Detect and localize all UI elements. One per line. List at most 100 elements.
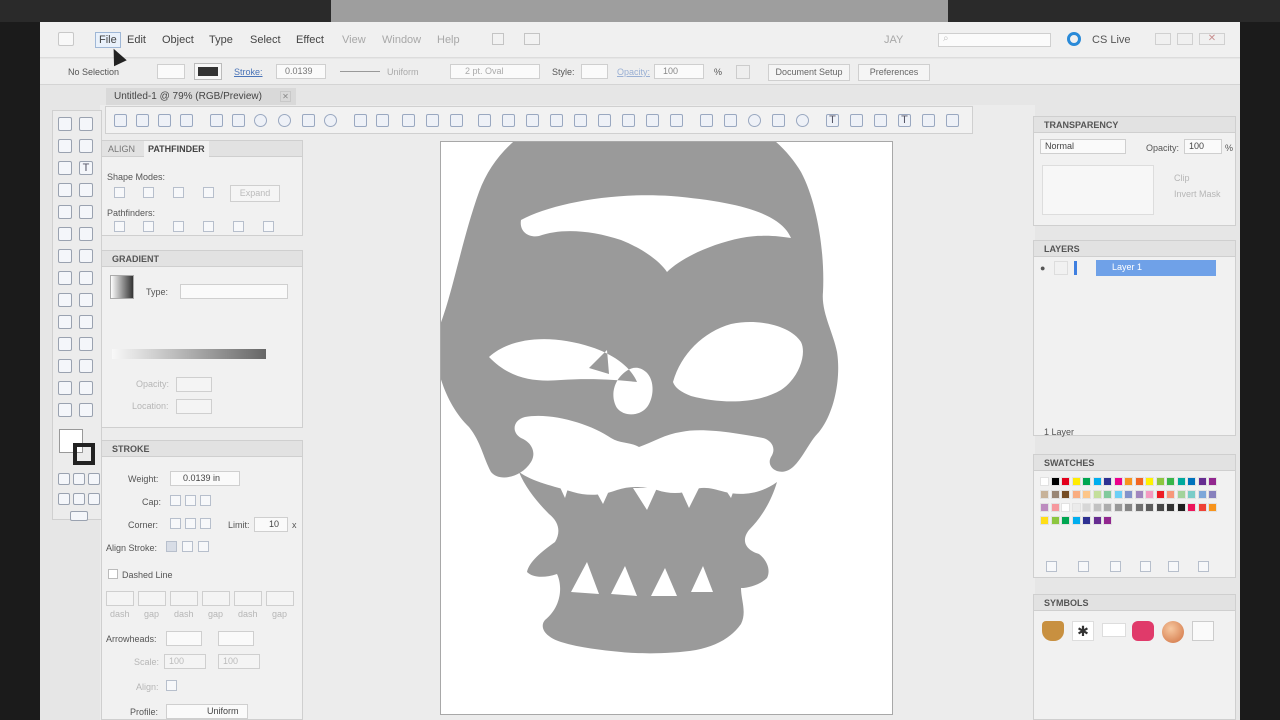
paintbrush-tool-icon[interactable]	[58, 205, 72, 219]
swatch-47[interactable]	[1176, 503, 1186, 512]
pen-tool-icon[interactable]	[136, 114, 149, 127]
swatch-3[interactable]	[1071, 477, 1081, 486]
gradient-tool-icon[interactable]	[79, 315, 93, 329]
menu-window[interactable]: Window	[382, 34, 421, 46]
swatch-15[interactable]	[1197, 477, 1207, 486]
mesh-tool-icon[interactable]	[58, 315, 72, 329]
menu-file[interactable]: File	[95, 32, 121, 48]
menu-view[interactable]: View	[342, 34, 366, 46]
swatch-50[interactable]	[1208, 503, 1217, 512]
swatch-22[interactable]	[1092, 490, 1102, 499]
round-join-icon[interactable]	[185, 518, 196, 529]
profile-dropdown[interactable]: Uniform	[166, 704, 248, 719]
swatch-31[interactable]	[1187, 490, 1196, 499]
zoom-tool-icon[interactable]	[79, 403, 93, 417]
bug-symbol-icon[interactable]: ✱	[1072, 621, 1094, 641]
menu-effect[interactable]: Effect	[296, 34, 324, 46]
draw-inside-icon[interactable]	[88, 493, 100, 505]
swatch-52[interactable]	[1050, 516, 1060, 525]
gradient-type-dropdown[interactable]	[180, 284, 288, 299]
none-mode-icon[interactable]	[88, 473, 100, 485]
merge-icon[interactable]	[173, 221, 184, 232]
convert-anchor-tool-icon[interactable]	[180, 114, 193, 127]
gradient-mode-icon[interactable]	[73, 473, 85, 485]
color-mode-icon[interactable]	[58, 473, 70, 485]
divide-icon[interactable]	[114, 221, 125, 232]
projecting-cap-icon[interactable]	[200, 495, 211, 506]
unite-icon[interactable]	[114, 187, 125, 198]
selection-tool-icon[interactable]	[114, 114, 127, 127]
swatch-40[interactable]	[1103, 503, 1112, 512]
swatch-7[interactable]	[1113, 477, 1123, 486]
arc-tool-icon[interactable]	[724, 114, 737, 127]
swatch-56[interactable]	[1092, 516, 1102, 525]
delete-swatch-icon[interactable]	[1198, 561, 1209, 572]
swatch-44[interactable]	[1145, 503, 1154, 512]
shield-symbol-icon[interactable]	[1042, 621, 1064, 641]
rectangle-tool-icon[interactable]	[210, 114, 223, 127]
reshape-tool-icon[interactable]	[450, 114, 463, 127]
screen-mode-icon[interactable]	[70, 511, 88, 521]
stroke-label[interactable]: Stroke:	[234, 67, 263, 77]
shear-tool-icon[interactable]	[426, 114, 439, 127]
swatch-45[interactable]	[1155, 503, 1165, 512]
arrange-documents-icon[interactable]	[524, 33, 540, 45]
intersect-icon[interactable]	[173, 187, 184, 198]
stroke-color-box[interactable]	[73, 443, 95, 465]
new-swatch-icon[interactable]	[1168, 561, 1179, 572]
swatch-12[interactable]	[1166, 477, 1175, 486]
show-swatch-kinds-icon[interactable]	[1078, 561, 1089, 572]
stroke-weight-field[interactable]: 0.0139 in	[170, 471, 240, 486]
swatch-5[interactable]	[1092, 477, 1102, 486]
menu-object[interactable]: Object	[162, 34, 194, 46]
swatch-6[interactable]	[1103, 477, 1112, 486]
stroke-style-dropdown[interactable]: Uniform	[387, 67, 419, 77]
artboard-tool-icon[interactable]	[58, 381, 72, 395]
round-cap-icon[interactable]	[185, 495, 196, 506]
gradient-ramp-slider[interactable]	[112, 349, 266, 359]
swatch-20[interactable]	[1071, 490, 1081, 499]
mask-thumbnail[interactable]	[1042, 165, 1154, 215]
dash-1-field[interactable]	[106, 591, 134, 606]
warp-tool-icon[interactable]	[526, 114, 539, 127]
swatch-11[interactable]	[1155, 477, 1165, 486]
vertical-type-on-path-tool-icon[interactable]	[946, 114, 959, 127]
pencil-tool-icon[interactable]	[478, 114, 491, 127]
swatch-libraries-icon[interactable]	[1046, 561, 1057, 572]
tab-pathfinder[interactable]: PATHFINDER	[144, 141, 209, 157]
draw-behind-icon[interactable]	[73, 493, 85, 505]
swatch-26[interactable]	[1134, 490, 1144, 499]
swatch-35[interactable]	[1050, 503, 1060, 512]
swatch-57[interactable]	[1103, 516, 1112, 525]
gradient-preview-swatch[interactable]	[110, 275, 134, 299]
swatch-34[interactable]	[1040, 503, 1049, 512]
ellipse-tool-icon[interactable]	[254, 114, 267, 127]
swatch-41[interactable]	[1113, 503, 1123, 512]
transparency-opacity-field[interactable]: 100	[1184, 139, 1222, 154]
swatch-19[interactable]	[1061, 490, 1070, 499]
type-tool-icon[interactable]: T	[826, 114, 839, 127]
new-color-group-icon[interactable]	[1140, 561, 1151, 572]
rounded-rectangle-tool-icon[interactable]	[232, 114, 245, 127]
twirl-tool-icon[interactable]	[550, 114, 563, 127]
swatch-0[interactable]	[1040, 477, 1049, 486]
rotate-tool-icon[interactable]	[58, 249, 72, 263]
menu-help[interactable]: Help	[437, 34, 460, 46]
gradient-location-field[interactable]	[176, 399, 212, 414]
minimize-button[interactable]	[1155, 33, 1171, 45]
trim-icon[interactable]	[143, 221, 154, 232]
tab-align[interactable]: ALIGN	[108, 141, 135, 157]
type-tool-icon[interactable]: T	[79, 161, 93, 175]
search-input[interactable]	[938, 33, 1051, 47]
rectangular-grid-tool-icon[interactable]	[772, 114, 785, 127]
blob-brush-tool-icon[interactable]	[58, 227, 72, 241]
width-tool-icon[interactable]	[58, 271, 72, 285]
eraser-tool-icon[interactable]	[79, 227, 93, 241]
swatch-46[interactable]	[1166, 503, 1175, 512]
wrinkle-tool-icon[interactable]	[670, 114, 683, 127]
lock-toggle-icon[interactable]	[1054, 261, 1068, 275]
scale-tool-icon[interactable]	[402, 114, 415, 127]
scale-tool-icon[interactable]	[79, 249, 93, 263]
minus-front-icon[interactable]	[143, 187, 154, 198]
add-anchor-tool-icon[interactable]	[158, 114, 171, 127]
